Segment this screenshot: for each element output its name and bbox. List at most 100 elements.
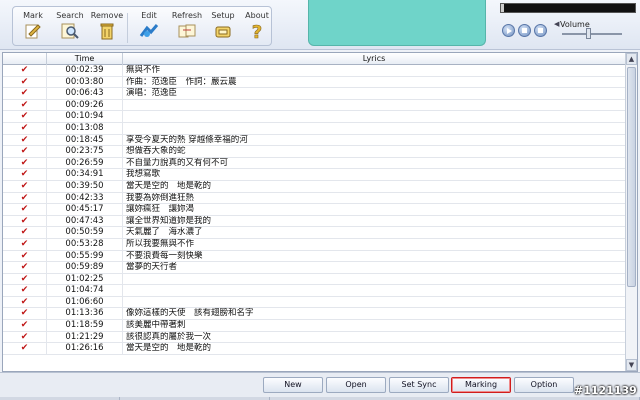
- lyrics-cell[interactable]: 享受今夏天的熱 穿越條幸福的河: [123, 135, 625, 146]
- mark-check-icon[interactable]: ✔: [3, 238, 47, 250]
- lyrics-cell[interactable]: 讓全世界知道妳是我的: [123, 216, 625, 227]
- table-row[interactable]: ✔ 01:26:16 當天是空的 地是乾的: [3, 343, 625, 355]
- lyrics-cell[interactable]: [123, 297, 625, 308]
- table-row[interactable]: ✔ 00:53:28 所以我要無與不作: [3, 238, 625, 251]
- stop-button[interactable]: [534, 24, 547, 37]
- mark-check-icon[interactable]: ✔: [3, 204, 47, 216]
- scrollbar-thumb[interactable]: [627, 67, 636, 287]
- mark-check-icon[interactable]: ✔: [3, 296, 47, 308]
- table-row[interactable]: ✔ 00:09:26: [3, 99, 625, 112]
- lyrics-cell[interactable]: 讓妳瘋狂 讓妳渴: [123, 204, 625, 215]
- mark-check-icon[interactable]: ✔: [3, 76, 47, 88]
- mark-check-icon[interactable]: ✔: [3, 88, 47, 100]
- new-button[interactable]: New: [263, 377, 323, 393]
- table-row[interactable]: ✔ 01:04:74: [3, 285, 625, 297]
- volume-track[interactable]: [562, 33, 622, 35]
- play-button[interactable]: [502, 24, 515, 37]
- table-row[interactable]: ✔ 00:50:59 天氣麗了 海水濃了: [3, 227, 625, 239]
- pause-button[interactable]: [518, 24, 531, 37]
- lyrics-cell[interactable]: [123, 111, 625, 122]
- table-row[interactable]: ✔ 01:06:60: [3, 296, 625, 309]
- lyrics-cell[interactable]: 天氣麗了 海水濃了: [123, 227, 625, 238]
- vertical-scrollbar[interactable]: ▲ ▼: [625, 53, 637, 371]
- table-row[interactable]: ✔ 00:59:89 當夢的天行者: [3, 262, 625, 274]
- mark-check-icon[interactable]: ✔: [3, 111, 47, 123]
- scroll-up-icon[interactable]: ▲: [626, 53, 637, 65]
- mark-check-icon[interactable]: ✔: [3, 250, 47, 262]
- mark-check-icon[interactable]: ✔: [3, 157, 47, 169]
- lyrics-cell[interactable]: 我要為妳倒進狂熱: [123, 193, 625, 204]
- lyrics-cell[interactable]: 不要浪費每一刻快樂: [123, 251, 625, 262]
- table-row[interactable]: ✔ 00:55:99 不要浪費每一刻快樂: [3, 250, 625, 263]
- table-row[interactable]: ✔ 00:47:43 讓全世界知道妳是我的: [3, 215, 625, 228]
- open-button[interactable]: Open: [326, 377, 386, 393]
- table-row[interactable]: ✔ 01:21:29 該很認真的屬於我一次: [3, 331, 625, 344]
- table-row[interactable]: ✔ 00:26:59 不自量力說真的又有何不可: [3, 157, 625, 170]
- mark-check-icon[interactable]: ✔: [3, 343, 47, 355]
- table-row[interactable]: ✔ 00:18:45 享受今夏天的熱 穿越條幸福的河: [3, 134, 625, 147]
- lyrics-cell[interactable]: 該美麗中帶著刺: [123, 320, 625, 331]
- mark-check-icon[interactable]: ✔: [3, 146, 47, 158]
- mark-check-icon[interactable]: ✔: [3, 308, 47, 320]
- scroll-down-icon[interactable]: ▼: [626, 359, 637, 371]
- mark-check-icon[interactable]: ✔: [3, 227, 47, 239]
- mark-check-icon[interactable]: ✔: [3, 192, 47, 204]
- mark-check-icon[interactable]: ✔: [3, 262, 47, 274]
- table-row[interactable]: ✔ 00:23:75 想做吞大象的蛇: [3, 146, 625, 158]
- edit-button[interactable]: Edit: [131, 7, 167, 47]
- option-button[interactable]: Option: [514, 377, 574, 393]
- mark-check-icon[interactable]: ✔: [3, 65, 47, 76]
- lyrics-cell[interactable]: [123, 123, 625, 134]
- lyrics-cell[interactable]: [123, 100, 625, 111]
- mark-check-icon[interactable]: ✔: [3, 215, 47, 227]
- mark-check-icon[interactable]: ✔: [3, 180, 47, 192]
- lyrics-cell[interactable]: 作曲：范逸臣 作詞：嚴云農: [123, 77, 625, 88]
- mark-check-icon[interactable]: ✔: [3, 122, 47, 134]
- lyrics-cell[interactable]: 當夢的天行者: [123, 262, 625, 273]
- marking-button[interactable]: Marking: [451, 377, 511, 393]
- mark-check-icon[interactable]: ✔: [3, 320, 47, 332]
- mark-check-icon[interactable]: ✔: [3, 99, 47, 111]
- lyrics-cell[interactable]: [123, 285, 625, 296]
- lyrics-cell[interactable]: 所以我要無與不作: [123, 239, 625, 250]
- lyrics-cell[interactable]: 演唱：范逸臣: [123, 88, 625, 99]
- table-row[interactable]: ✔ 00:42:33 我要為妳倒進狂熱: [3, 192, 625, 205]
- refresh-button[interactable]: Refresh: [169, 7, 205, 47]
- table-row[interactable]: ✔ 01:02:25: [3, 273, 625, 286]
- column-header-time[interactable]: Time: [47, 53, 123, 65]
- table-row[interactable]: ✔ 00:02:39 無與不作: [3, 65, 625, 77]
- lyrics-cell[interactable]: 不自量力說真的又有何不可: [123, 158, 625, 169]
- search-button[interactable]: Search: [52, 7, 88, 47]
- lyrics-cell[interactable]: 當天是空的 地是乾的: [123, 181, 625, 192]
- mark-check-icon[interactable]: ✔: [3, 285, 47, 297]
- table-row[interactable]: ✔ 00:34:91 我想寫歌: [3, 169, 625, 181]
- column-header-lyrics[interactable]: Lyrics: [123, 53, 625, 65]
- mark-check-icon[interactable]: ✔: [3, 169, 47, 181]
- table-row[interactable]: ✔ 00:10:94: [3, 111, 625, 123]
- table-row[interactable]: ✔ 01:18:59 該美麗中帶著刺: [3, 320, 625, 332]
- progress-bar[interactable]: [500, 3, 636, 13]
- table-row[interactable]: ✔ 01:13:36 像妳這樣的天使 該有翅膀和名字: [3, 308, 625, 321]
- column-header-mark[interactable]: [3, 53, 47, 65]
- table-row[interactable]: ✔ 00:06:43 演唱：范逸臣: [3, 88, 625, 100]
- mark-check-icon[interactable]: ✔: [3, 273, 47, 285]
- lyrics-cell[interactable]: 想做吞大象的蛇: [123, 146, 625, 157]
- lyrics-cell[interactable]: [123, 274, 625, 285]
- setup-button[interactable]: Setup: [205, 7, 241, 47]
- mark-button[interactable]: Mark: [15, 7, 51, 47]
- table-row[interactable]: ✔ 00:45:17 讓妳瘋狂 讓妳渴: [3, 204, 625, 216]
- lyrics-cell[interactable]: 當天是空的 地是乾的: [123, 343, 625, 354]
- lyrics-cell[interactable]: 我想寫歌: [123, 169, 625, 180]
- remove-button[interactable]: Remove: [89, 7, 125, 47]
- lyrics-cell[interactable]: 無與不作: [123, 65, 625, 76]
- table-row[interactable]: ✔ 00:13:08: [3, 122, 625, 135]
- table-row[interactable]: ✔ 00:03:80 作曲：范逸臣 作詞：嚴云農: [3, 76, 625, 89]
- table-row[interactable]: ✔ 00:39:50 當天是空的 地是乾的: [3, 180, 625, 193]
- mark-check-icon[interactable]: ✔: [3, 331, 47, 343]
- mark-check-icon[interactable]: ✔: [3, 134, 47, 146]
- about-button[interactable]: About ?: [239, 7, 275, 47]
- lyrics-cell[interactable]: 該很認真的屬於我一次: [123, 332, 625, 343]
- progress-knob[interactable]: [501, 4, 504, 12]
- volume-slider-thumb[interactable]: [586, 28, 591, 39]
- set-sync-button[interactable]: Set Sync: [389, 377, 449, 393]
